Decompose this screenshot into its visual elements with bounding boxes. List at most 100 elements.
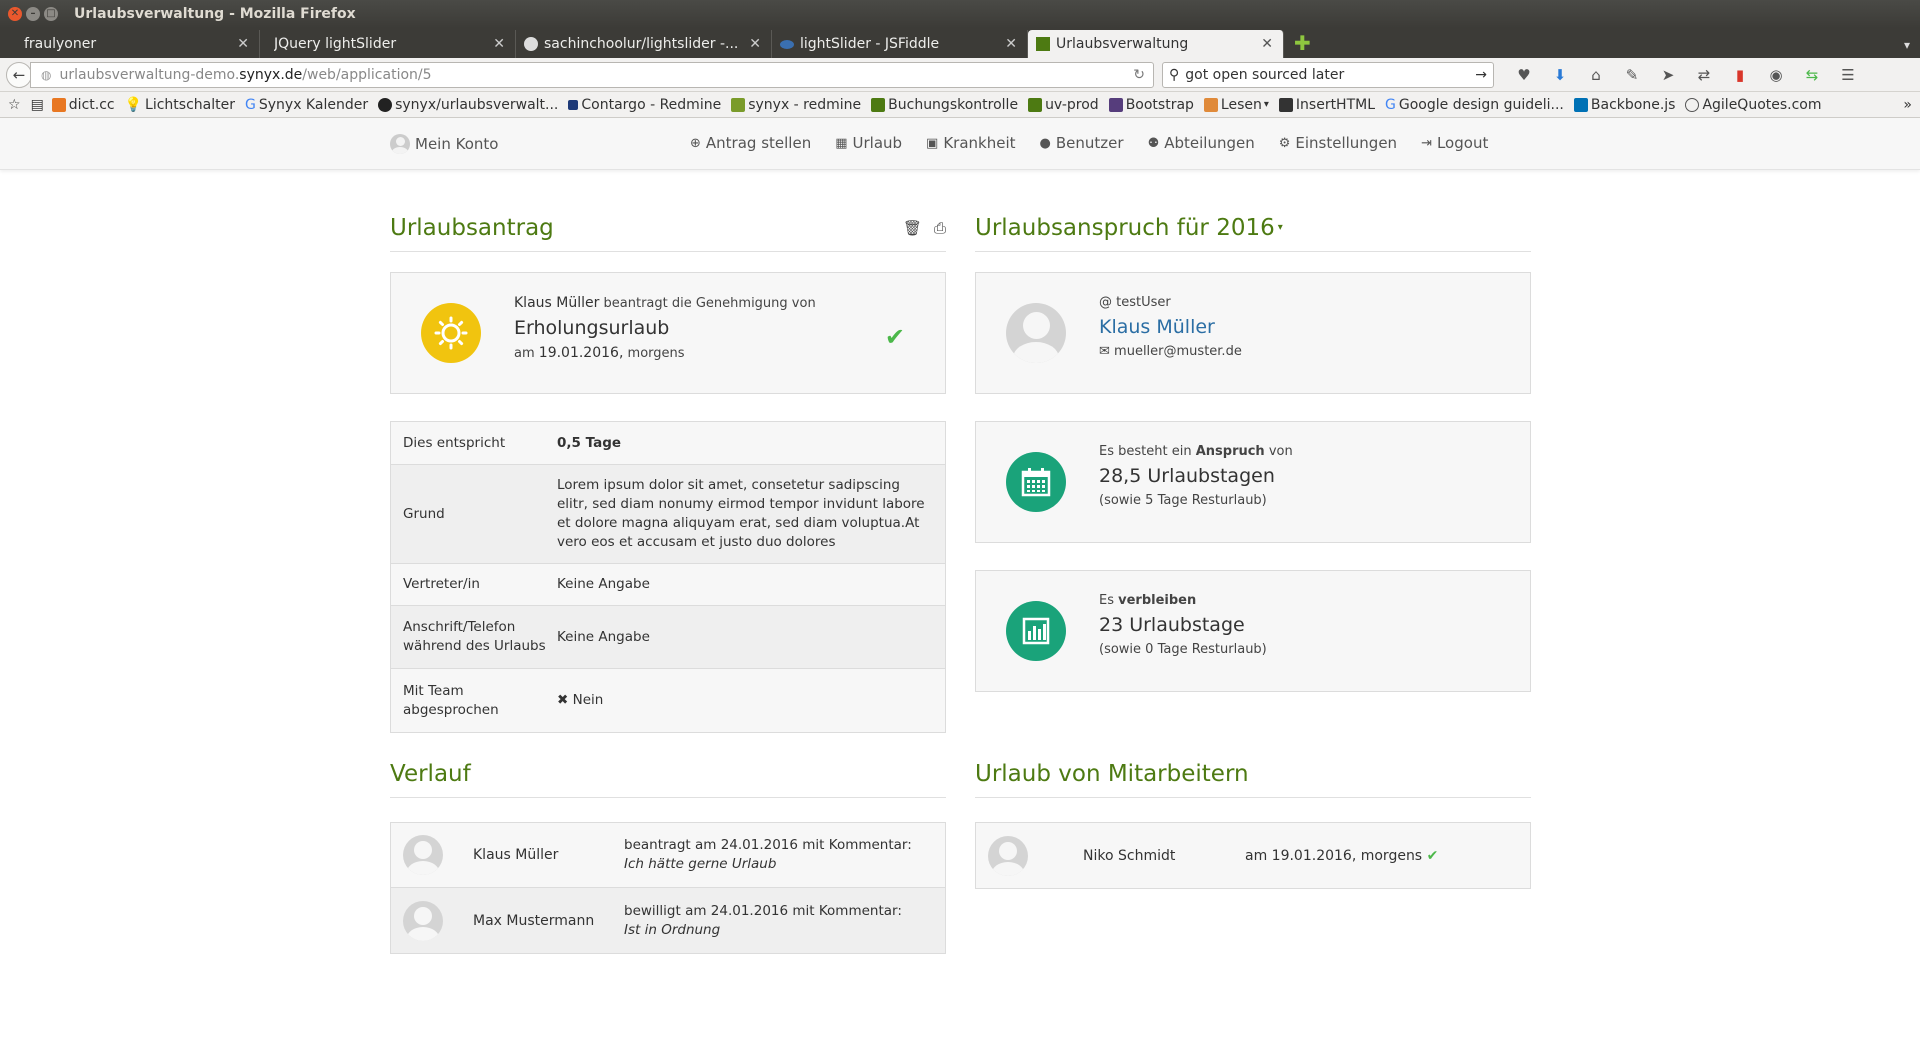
nav-einstellungen[interactable]: ⚙ Einstellungen [1279,134,1397,152]
details-table: Dies entspricht 0,5 Tage Grund Lorem ips… [390,421,946,733]
user-icon: ● [1039,135,1051,151]
tab-close-icon[interactable]: ✕ [1261,36,1273,52]
table-row: Grund Lorem ipsum dolor sit amet, conset… [391,465,945,564]
back-arrow-icon[interactable]: ← [6,61,32,88]
download-icon[interactable]: ⬇ [1552,66,1568,84]
window-close-icon[interactable]: ✕ [8,7,22,21]
inserthtml-icon [1278,97,1293,112]
url-host: synyx.de [239,66,303,83]
anspruch-title[interactable]: Urlaubsanspruch für 2016 [975,215,1275,241]
nav-krankheit[interactable]: ▣ Krankheit [926,134,1015,152]
nav-label: Logout [1436,134,1489,152]
vacation-type: Erholungsurlaub [514,317,670,339]
bookmark-item[interactable]: Contargo - Redmine [568,97,721,113]
bookmark-label: Synyx Kalender [258,96,369,113]
bookmark-label: synyx - redmine [748,96,862,113]
sync-icon[interactable]: ⇄ [1696,66,1712,84]
browser-tab[interactable]: JQuery lightSlider ✕ [260,30,516,58]
search-go-icon[interactable]: → [1475,67,1487,83]
print-icon[interactable]: ⎙ [934,219,946,237]
chat-icon[interactable]: ◉ [1768,66,1784,84]
nav-benutzer[interactable]: ● Benutzer [1040,134,1124,152]
list-item: Klaus Müller beantragt am 24.01.2016 mit… [391,823,945,888]
bookmark-label: uv-prod [1045,96,1099,113]
trash-icon[interactable]: 🗑 [903,219,922,237]
nav-urlaub[interactable]: ▦ Urlaub [835,134,902,152]
browser-tab-active[interactable]: Urlaubsverwaltung ✕ [1028,30,1284,58]
battery-icon[interactable]: ▮ [1732,66,1748,84]
bookmark-folder[interactable]: Lesen ▾ [1203,97,1269,113]
bookmark-item[interactable]: AgileQuotes.com [1685,97,1822,113]
caret-down-icon[interactable]: ▾ [1278,222,1283,233]
bookmarks-menu-icon[interactable]: ▤ [31,97,44,113]
bookmark-label: synyx/urlaubsverwalt... [395,96,559,113]
bookmarks-toolbar: ☆ ▤ dict.cc 💡 Lichtschalter G Synyx Kalend… [0,92,1920,118]
medkit-icon: ▣ [926,135,939,151]
claim-note: (sowie 5 Tage Resturlaub) [1099,493,1267,508]
window-minimize-icon[interactable]: – [26,7,40,21]
send-icon[interactable]: ➤ [1660,66,1676,84]
tab-bar: fraulyoner ✕ JQuery lightSlider ✕ sachin… [0,28,1920,58]
user-name-link[interactable]: Klaus Müller [1099,316,1242,338]
nav-abteilungen[interactable]: ⚉ Abteilungen [1148,134,1255,152]
tab-close-icon[interactable]: ✕ [749,36,761,52]
github-icon [524,37,538,51]
bookmark-item[interactable]: InsertHTML [1278,97,1375,113]
site-info-icon[interactable]: ◍ [41,68,51,82]
main-menu: ⊕ Antrag stellen ▦ Urlaub ▣ Krankheit ● Benu… [690,134,1512,152]
home-icon[interactable]: ⌂ [1588,66,1604,84]
reload-icon[interactable]: ↻ [1133,67,1145,83]
bookmark-item[interactable]: dict.cc [51,97,115,113]
browser-tab[interactable]: sachinchoolur/lightslider -... ✕ [516,30,772,58]
antrag-section: Urlaubsantrag 🗑 ⎙ [390,212,946,252]
bookmark-item[interactable]: G Google design guideli... [1385,97,1564,113]
detail-label: Vertreter/in [403,576,480,592]
bookmark-item[interactable]: G Synyx Kalender [245,97,368,113]
tab-close-icon[interactable]: ✕ [237,36,249,52]
browser-tab[interactable]: fraulyoner ✕ [4,30,260,58]
bookmark-item[interactable]: synyx/urlaubsverwalt... [378,97,558,113]
bookmark-item[interactable]: 💡 Lichtschalter [125,97,235,113]
new-tab-plus-icon[interactable]: ✚ [1294,31,1311,55]
window-maximize-icon[interactable]: □ [44,7,58,21]
tab-label: Urlaubsverwaltung [1056,36,1189,52]
search-input[interactable]: ⚲ got open sourced later → [1162,61,1494,88]
table-row: Anschrift/Telefon während des Urlaubs Ke… [391,606,945,669]
bookmark-label: Buchungskontrolle [888,96,1019,113]
bookmark-item[interactable]: Buchungskontrolle [871,97,1018,113]
more-bookmarks-icon[interactable]: » [1903,97,1912,113]
nav-antrag-stellen[interactable]: ⊕ Antrag stellen [690,134,811,152]
bookmark-item[interactable]: Backbone.js [1573,97,1675,113]
user-avatar-icon [390,134,410,154]
account-link[interactable]: Mein Konto [390,134,498,154]
bookmark-item[interactable]: Bootstrap [1108,96,1194,113]
url-bar[interactable]: ◍ urlaubsverwaltung-demo.synyx.de/web/ap… [30,61,1154,88]
nav-label: Krankheit [943,134,1016,152]
browser-tab[interactable]: lightSlider - JSFiddle ✕ [772,30,1028,58]
bookmark-star-icon[interactable]: ☆ [8,97,21,113]
verlauf-comment: Ich hätte gerne Urlaub [624,856,777,872]
anspruch-section: Urlaubsanspruch für 2016 ▾ [975,212,1531,252]
switch-icon[interactable]: ⇆ [1804,66,1820,84]
nav-label: Urlaub [852,134,903,152]
gear-icon: ⚙ [1278,135,1291,151]
detail-value: Lorem ipsum dolor sit amet, consetetur s… [557,477,925,550]
pocket-icon[interactable]: ♥ [1516,66,1532,84]
remain-note: (sowie 0 Tage Resturlaub) [1099,642,1267,657]
list-item: Max Mustermann bewilligt am 24.01.2016 m… [391,888,945,953]
verlauf-title: Verlauf [390,760,471,787]
tools-icon[interactable]: ✎ [1624,66,1640,84]
tab-close-icon[interactable]: ✕ [1005,36,1017,52]
tab-close-icon[interactable]: ✕ [493,36,505,52]
sun-icon [421,303,481,363]
github-icon [378,97,393,112]
username: testUser [1116,295,1171,310]
tab-list-chevron-icon[interactable]: ▾ [1904,38,1910,52]
menu-icon[interactable]: ☰ [1840,66,1856,84]
claim-prefix: Es besteht ein [1099,444,1192,459]
chevron-down-icon: ▾ [1263,99,1269,110]
nav-logout[interactable]: ⇥ Logout [1421,134,1488,152]
bookmark-label: Bootstrap [1125,96,1194,113]
bookmark-item[interactable]: uv-prod [1028,97,1099,113]
bookmark-item[interactable]: synyx - redmine [731,97,861,113]
